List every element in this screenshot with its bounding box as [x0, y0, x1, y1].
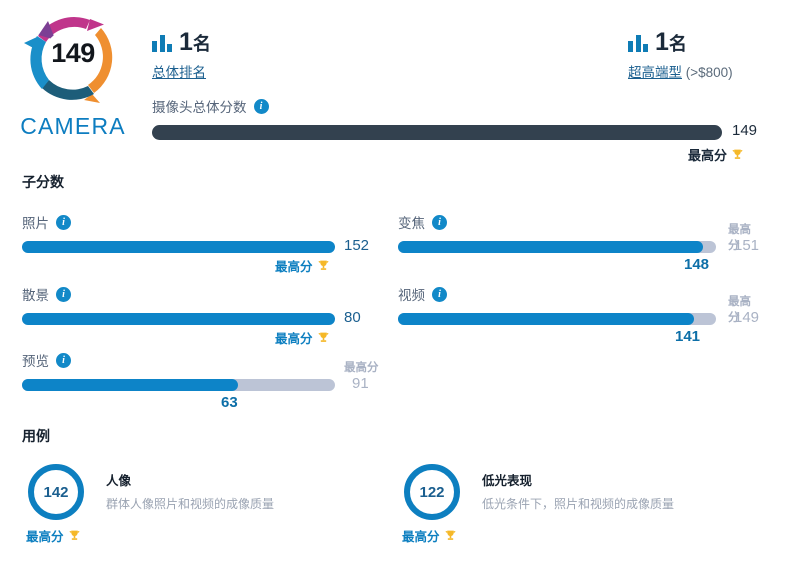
subscore-preview-label-row: 预览 i [22, 350, 382, 370]
rank-overall-link[interactable]: 总体排名 [152, 61, 211, 81]
rank-ultrapremium-unit: 名 [668, 34, 687, 54]
subscore-video-value: 141 [675, 328, 701, 345]
usecase-portrait-score: 142 [43, 483, 69, 501]
overall-score-label-row: 摄像头总体分数 i [152, 96, 774, 116]
rank-overall-label: 总体排名 [152, 65, 206, 80]
rank-ultrapremium-value: 1名 [655, 30, 687, 55]
subscore-video-label: 视频 [398, 288, 425, 303]
subscore-zoom-value: 148 [684, 256, 710, 273]
subscore-zoom-fill [398, 241, 703, 253]
rank-ultrapremium: 1名 超高端型 (>$800) [628, 22, 733, 81]
subscore-row-bokeh: 散景 i 80 最高分 [22, 284, 382, 346]
usecase-portrait-best-label: 最高分 [26, 530, 64, 544]
trophy-icon [445, 530, 455, 540]
subscore-video-bar-row: 最高分 149 141 [398, 296, 759, 345]
usecase-lowlight-desc: 低光条件下，照片和视频的成像质量 [482, 497, 675, 511]
bar-chart-icon [152, 35, 172, 55]
subscore-bokeh-label: 散景 [22, 288, 49, 303]
subscore-photo-fill [22, 241, 335, 253]
info-icon[interactable]: i [56, 286, 71, 302]
rank-ultrapremium-label: 超高端型 [628, 65, 682, 80]
subscore-bokeh-value: 80 [344, 309, 361, 326]
subscore-row-video: 视频 i 最高分 149 141 [398, 284, 759, 345]
info-icon[interactable]: i [56, 352, 71, 368]
info-icon[interactable]: i [56, 214, 71, 230]
subscore-photo-value: 152 [344, 237, 370, 254]
rank-overall-value: 1名 [179, 30, 211, 55]
bar-chart-icon [628, 35, 648, 55]
subscore-zoom-label-row: 变焦 i [398, 212, 758, 232]
usecase-lowlight-score: 122 [419, 483, 445, 501]
subscore-zoom-max-value: 151 [734, 237, 760, 254]
subscore-photo-best-label: 最高分 [275, 260, 313, 274]
logo-wordmark: CAMERA [20, 113, 126, 139]
subscore-bokeh-bar-row: 80 最高分 [22, 309, 382, 346]
subscore-preview-bar-row: 最高分 91 63 [22, 362, 382, 411]
trophy-icon [69, 530, 79, 540]
subscore-preview-label: 预览 [22, 354, 49, 369]
subscore-row-preview: 预览 i 最高分 91 63 [22, 350, 382, 411]
info-icon[interactable]: i [432, 286, 447, 302]
subscore-video-max-value: 149 [734, 309, 760, 326]
rank-ultrapremium-head: 1名 [628, 22, 733, 55]
subscore-video-label-row: 视频 i [398, 284, 758, 304]
rank-ultrapremium-link[interactable]: 超高端型 (>$800) [628, 61, 733, 81]
usecase-portrait-title: 人像 [106, 474, 132, 488]
subscore-bokeh-best-badge: 最高分 [275, 328, 330, 347]
trophy-icon [732, 149, 743, 159]
subscore-preview-value: 63 [221, 394, 238, 411]
overall-score-value: 149 [732, 122, 758, 139]
overall-score-label: 摄像头总体分数 [152, 100, 247, 115]
camera-logo-block: 149 CAMERA [8, 8, 138, 140]
subscore-preview-max-label: 最高分 [344, 362, 379, 374]
subscore-zoom-bar-row: 最高分 151 148 [398, 224, 759, 273]
rank-overall-head: 1名 [152, 22, 211, 55]
overall-best-badge: 最高分 [688, 145, 744, 164]
usecases-section-title: 用例 [22, 428, 50, 444]
subscore-photo-bar-row: 152 最高分 [22, 237, 382, 274]
info-icon[interactable]: i [253, 98, 269, 114]
overall-score-bar-row: 149 最高分 [152, 122, 774, 163]
usecase-portrait-desc: 群体人像照片和视频的成像质量 [106, 497, 275, 511]
usecase-portrait: 142 最高分 人像 群体人像照片和视频的成像质量 [26, 464, 274, 545]
rank-overall: 1名 总体排名 [152, 22, 211, 81]
subscore-photo-label: 照片 [22, 216, 49, 231]
score-ring-logo: 149 [18, 8, 128, 112]
usecase-lowlight-best-label: 最高分 [402, 530, 440, 544]
usecase-lowlight-text: 低光表现 低光条件下，照片和视频的成像质量 [482, 470, 762, 513]
trophy-icon [318, 332, 328, 342]
subscore-bokeh-fill [22, 313, 335, 325]
usecase-portrait-ring: 142 [28, 464, 84, 520]
info-icon[interactable]: i [432, 214, 447, 230]
subscore-row-zoom: 变焦 i 最高分 151 148 [398, 212, 759, 273]
subscores-section-title: 子分数 [22, 174, 64, 190]
subscore-photo-label-row: 照片 i [22, 212, 382, 232]
subscore-photo-best-badge: 最高分 [275, 256, 330, 275]
usecase-lowlight-title: 低光表现 [482, 474, 533, 488]
overall-best-label: 最高分 [687, 148, 727, 163]
camera-score-panel: 149 CAMERA 1名 总体排名 1名 超高端型 (>$800) 摄像头总体 [0, 0, 790, 569]
rank-ultrapremium-suffix: (>$800) [682, 65, 733, 80]
usecase-lowlight-best-badge: 最高分 [402, 526, 460, 545]
subscore-bokeh-label-row: 散景 i [22, 284, 382, 304]
usecase-lowlight: 122 最高分 低光表现 低光条件下，照片和视频的成像质量 [402, 464, 674, 545]
usecase-portrait-text: 人像 群体人像照片和视频的成像质量 [106, 470, 386, 513]
usecase-portrait-best-badge: 最高分 [26, 526, 84, 545]
subscore-zoom-label: 变焦 [398, 216, 425, 231]
subscore-row-photo: 照片 i 152 最高分 [22, 212, 382, 274]
subscore-preview-fill [22, 379, 238, 391]
trophy-icon [318, 260, 328, 270]
subscore-preview-max-value: 91 [352, 375, 369, 392]
overall-score-block: 摄像头总体分数 i 149 最高分 [152, 96, 774, 163]
subscore-video-fill [398, 313, 694, 325]
overall-score-bar [152, 125, 722, 140]
rank-ultrapremium-number: 1 [655, 28, 669, 56]
usecase-lowlight-ring: 122 [404, 464, 460, 520]
rank-overall-number: 1 [179, 28, 193, 56]
logo-score-value: 149 [51, 38, 95, 68]
rank-overall-unit: 名 [192, 34, 211, 54]
subscore-bokeh-best-label: 最高分 [275, 332, 313, 346]
